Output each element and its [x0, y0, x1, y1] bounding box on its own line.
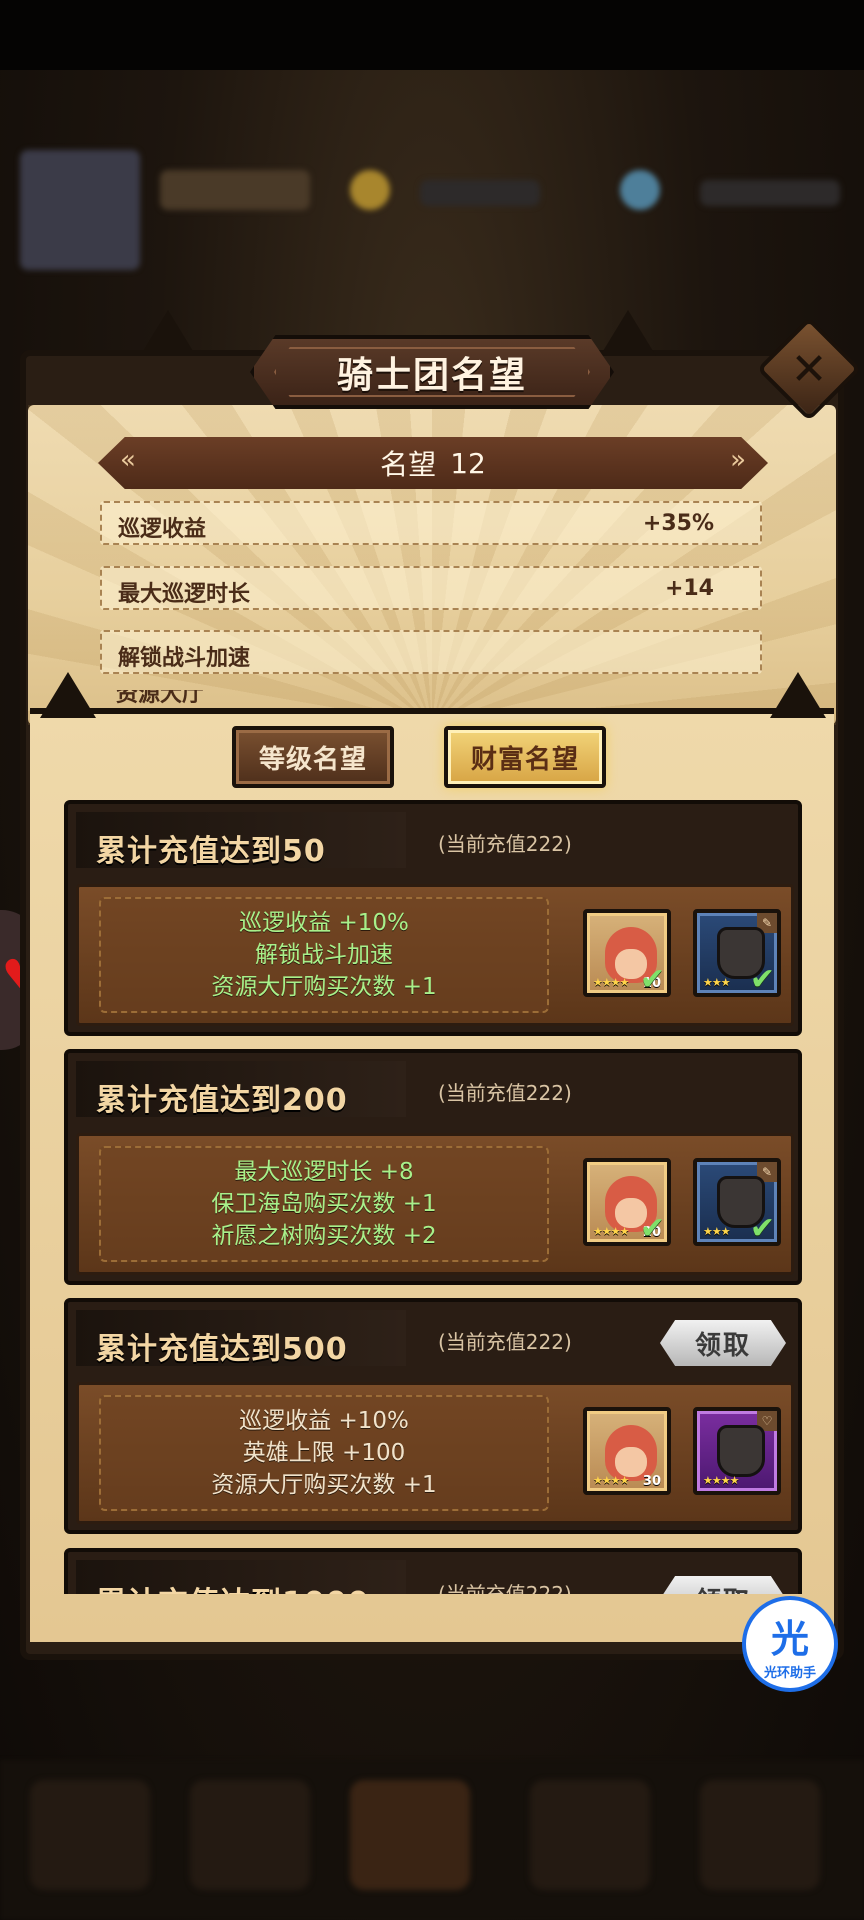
checkmark-icon: ✔ — [749, 1211, 775, 1246]
page-title: 骑士团名望 — [336, 355, 527, 396]
frame-spike-left — [40, 672, 96, 718]
milestone-card: 累计充值达到1000 (当前充值222) 领取 — [64, 1548, 802, 1594]
bonus-item: 祈愿之树购买次数 +2 — [211, 1223, 437, 1249]
bonus-list: 巡逻收益 +10% 英雄上限 +100 资源大厅购买次数 +1 — [99, 1395, 549, 1511]
blurred-top-hud — [0, 150, 864, 300]
claim-button[interactable]: 领取 — [660, 1320, 786, 1366]
reputation-level-banner: « » 名望 12 — [98, 437, 768, 489]
stat-row: 最大巡逻时长 +14 — [100, 566, 762, 610]
milestone-header: 累计充值达到500 — [76, 1310, 406, 1367]
stat-label: 解锁战斗加速 — [118, 646, 251, 671]
checkmark-icon: ✔ — [749, 962, 775, 997]
bottom-nav-item[interactable] — [700, 1780, 820, 1890]
stat-label: 最大巡逻时长 — [118, 582, 251, 607]
bonus-item: 巡逻收益 +10% — [239, 1408, 409, 1434]
reward-item[interactable]: ✎ ★★★ ✔ — [693, 909, 781, 997]
bottom-nav-item[interactable] — [30, 1780, 150, 1890]
milestone-card: 累计充值达到50 (当前充值222) 巡逻收益 +10% 解锁战斗加速 资源大厅… — [64, 800, 802, 1036]
stat-row: 巡逻收益 +35% — [100, 501, 762, 545]
bonus-item: 最大巡逻时长 +8 — [234, 1159, 414, 1185]
frame-spike-right — [600, 310, 656, 356]
assistant-logo-icon: 光 — [770, 1617, 809, 1661]
bonus-list: 巡逻收益 +10% 解锁战斗加速 资源大厅购买次数 +1 — [99, 897, 549, 1013]
assistant-watermark[interactable]: 光 光环助手 — [742, 1596, 838, 1692]
stat-value: +35% — [642, 511, 714, 536]
frame-spike-left — [140, 310, 196, 356]
frame-spike-right — [770, 672, 826, 718]
milestone-body: 最大巡逻时长 +8 保卫海岛购买次数 +1 祈愿之树购买次数 +2 ★★★★ 2… — [76, 1133, 794, 1275]
milestone-card-partial: 累计充值达到1000 (当前充值222) 领取 — [64, 1548, 802, 1594]
tab-wealth-reputation[interactable]: 财富名望 — [444, 726, 606, 788]
current-recharge: (当前充值222) — [438, 1330, 572, 1354]
bonus-item: 英雄上限 +100 — [242, 1440, 406, 1466]
reward-item[interactable]: ★★★★ 10 ✔ — [583, 909, 671, 997]
milestone-card: 累计充值达到200 (当前充值222) 最大巡逻时长 +8 保卫海岛购买次数 +… — [64, 1049, 802, 1285]
stat-row-partial: 资源大厅 — [100, 690, 762, 708]
bonus-list: 最大巡逻时长 +8 保卫海岛购买次数 +1 祈愿之树购买次数 +2 — [99, 1146, 549, 1262]
milestone-body: 巡逻收益 +10% 英雄上限 +100 资源大厅购买次数 +1 ★★★★ 30 … — [76, 1382, 794, 1524]
assistant-caption: 光环助手 — [763, 1666, 816, 1681]
current-recharge: (当前充值222) — [438, 1582, 572, 1594]
milestone-header: 累计充值达到50 — [76, 812, 406, 869]
checkmark-icon: ✔ — [639, 1211, 665, 1246]
bottom-nav-item[interactable] — [350, 1780, 470, 1890]
milestone-card: 累计充值达到500 (当前充值222) 领取 巡逻收益 +10% 英雄上限 +1… — [64, 1298, 802, 1534]
stat-label: 资源大厅 — [116, 690, 205, 707]
reward-item[interactable]: ♡ ★★★★ — [693, 1407, 781, 1495]
star-rating: ★★★ — [703, 976, 731, 989]
star-rating: ★★★★ — [593, 976, 629, 989]
reward-item[interactable]: ✎ ★★★ ✔ — [693, 1158, 781, 1246]
bonus-item: 资源大厅购买次数 +1 — [211, 974, 437, 1000]
star-rating: ★★★ — [703, 1225, 731, 1238]
reward-item[interactable]: ★★★★ 20 ✔ — [583, 1158, 671, 1246]
bonus-item: 保卫海岛购买次数 +1 — [211, 1191, 437, 1217]
reward-level: 30 — [642, 1474, 661, 1489]
milestone-title: 累计充值达到50 — [96, 834, 326, 869]
checkmark-icon: ✔ — [639, 962, 665, 997]
bonus-item: 资源大厅购买次数 +1 — [211, 1472, 437, 1498]
star-rating: ★★★★ — [593, 1474, 629, 1487]
stat-label: 巡逻收益 — [118, 517, 207, 542]
current-recharge: (当前充值222) — [438, 832, 572, 856]
bonus-item: 解锁战斗加速 — [255, 942, 393, 968]
stat-value: +14 — [664, 576, 714, 601]
tab-level-reputation[interactable]: 等级名望 — [232, 726, 394, 788]
stat-row: 解锁战斗加速 — [100, 630, 762, 674]
title-plate: 骑士团名望 — [250, 335, 614, 409]
star-rating: ★★★★ — [703, 1474, 739, 1487]
claim-button[interactable]: 领取 — [660, 1576, 786, 1594]
status-bar — [0, 0, 864, 70]
bonus-item: 巡逻收益 +10% — [239, 910, 409, 936]
reputation-label: 名望 — [380, 448, 437, 481]
armor-icon — [717, 1425, 765, 1477]
milestone-body: 巡逻收益 +10% 解锁战斗加速 资源大厅购买次数 +1 ★★★★ 10 ✔ ✎… — [76, 884, 794, 1026]
star-rating: ★★★★ — [593, 1225, 629, 1238]
reputation-level: 12 — [450, 446, 486, 480]
current-recharge: (当前充值222) — [438, 1081, 572, 1105]
milestone-header: 累计充值达到1000 — [76, 1560, 406, 1594]
milestone-header: 累计充值达到200 — [76, 1061, 406, 1118]
bottom-nav-item[interactable] — [190, 1780, 310, 1890]
milestone-title: 累计充值达到500 — [96, 1332, 348, 1367]
milestone-title: 累计充值达到1000 — [96, 1578, 370, 1594]
bottom-nav-item[interactable] — [530, 1780, 650, 1890]
milestone-title: 累计充值达到200 — [96, 1083, 348, 1118]
close-icon[interactable]: ✕ — [772, 332, 846, 406]
reward-item[interactable]: ★★★★ 30 — [583, 1407, 671, 1495]
